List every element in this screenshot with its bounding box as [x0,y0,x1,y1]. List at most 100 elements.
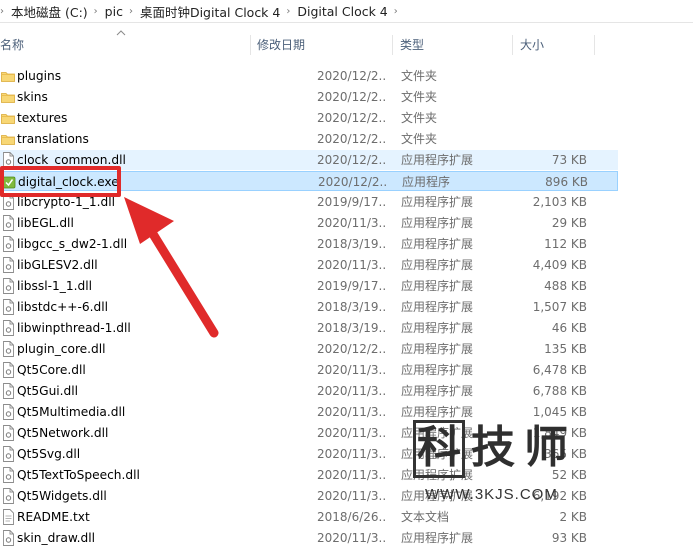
file-date: 2020/12/2... [317,90,387,104]
dll-file-icon [1,362,15,378]
file-row[interactable]: Qt5Gui.dll 2020/11/3... 应用程序扩展 6,788 KB [0,381,618,401]
file-row[interactable]: textures 2020/12/2... 文件夹 [0,108,618,128]
file-type: 应用程序扩展 [401,237,474,251]
file-date: 2020/11/3... [317,363,387,377]
file-name: plugins [17,69,62,83]
file-size [520,108,587,128]
file-date: 2019/9/17... [317,195,387,209]
file-name: skin_draw.dll [17,531,96,545]
file-type: 应用程序扩展 [401,300,474,314]
column-divider[interactable] [512,35,513,55]
column-header-row: 名称 修改日期 类型 大小 [0,32,693,58]
file-size: 135 KB [544,342,587,356]
file-date: 2019/9/17... [317,279,387,293]
file-type: 文件夹 [401,111,438,125]
file-date: 2020/11/3... [317,216,387,230]
file-size: 4,409 KB [532,258,587,272]
column-header-date[interactable]: 修改日期 [251,32,391,58]
file-type: 文件夹 [401,132,438,146]
file-name: libEGL.dll [17,216,74,230]
dll-file-icon [1,257,15,273]
file-type: 应用程序扩展 [401,363,474,377]
file-name: libGLESV2.dll [17,258,98,272]
file-type: 文件夹 [401,69,438,83]
file-size: 112 KB [544,237,587,251]
chevron-right-icon[interactable]: › [394,6,398,17]
file-row[interactable]: libstdc++-6.dll 2018/3/19... 应用程序扩展 1,507 K… [0,297,618,317]
file-row[interactable]: skin_draw.dll 2020/11/3... 应用程序扩展 93 KB [0,528,618,548]
file-row[interactable]: libEGL.dll 2020/11/3... 应用程序扩展 29 KB [0,213,618,233]
file-row[interactable]: libGLESV2.dll 2020/11/3... 应用程序扩展 4,409 KB [0,255,618,275]
file-name: translations [17,132,89,146]
column-divider[interactable] [594,35,595,55]
file-date: 2020/11/3... [317,384,387,398]
chevron-right-icon[interactable]: › [286,6,290,17]
file-type: 应用程序扩展 [401,321,474,335]
file-row[interactable]: skins 2020/12/2... 文件夹 [0,87,618,107]
dll-file-icon [1,446,15,462]
file-size: 73 KB [551,153,587,167]
file-type: 应用程序扩展 [401,195,474,209]
breadcrumb: › 本地磁盘 (C:) › pic › 桌面时钟Digital Clock 4 … [0,0,693,23]
file-row[interactable]: libwinpthread-1.dll 2018/3/19... 应用程序扩展 46 … [0,318,618,338]
file-name: libgcc_s_dw2-1.dll [17,237,128,251]
file-date: 2020/12/2... [317,153,387,167]
file-row[interactable]: libgcc_s_dw2-1.dll 2018/3/19... 应用程序扩展 112 … [0,234,618,254]
column-header-size[interactable]: 大小 [514,32,594,58]
folder-icon [1,89,15,105]
file-name: textures [17,111,68,125]
file-row[interactable]: libssl-1_1.dll 2019/9/17... 应用程序扩展 488 KB [0,276,618,296]
breadcrumb-item-drive[interactable]: 本地磁盘 (C:) [11,2,88,21]
column-header-type[interactable]: 类型 [394,32,512,58]
chevron-right-icon[interactable]: › [0,6,4,17]
file-name: Qt5Svg.dll [17,447,81,461]
dll-file-icon [1,236,15,252]
file-type: 应用程序扩展 [401,279,474,293]
file-name: Qt5Multimedia.dll [17,405,126,419]
file-row[interactable]: plugin_core.dll 2020/12/2... 应用程序扩展 135 KB [0,339,618,359]
file-type: 文件夹 [401,90,438,104]
file-size [520,66,587,86]
breadcrumb-item-desktop-clock[interactable]: 桌面时钟Digital Clock 4 [140,2,280,21]
file-name: plugin_core.dll [17,342,106,356]
file-name: skins [17,90,48,104]
file-date: 2018/3/19... [317,300,387,314]
file-name: Qt5TextToSpeech.dll [17,468,140,482]
file-size [520,87,587,107]
file-type: 应用程序扩展 [401,342,474,356]
chevron-right-icon[interactable]: › [94,6,98,17]
file-size: 1,507 KB [532,300,587,314]
file-date: 2020/11/3... [317,489,387,503]
file-date: 2020/11/3... [317,468,387,482]
file-row[interactable]: translations 2020/12/2... 文件夹 [0,129,618,149]
breadcrumb-item-digital-clock[interactable]: Digital Clock 4 [297,4,387,19]
file-size: 1,045 KB [532,405,587,419]
breadcrumb-item-pic[interactable]: pic [105,4,123,19]
file-type: 应用程序 [402,175,451,189]
highlight-box [0,166,121,197]
file-name: libstdc++-6.dll [17,300,109,314]
dll-file-icon [1,215,15,231]
file-name: libwinpthread-1.dll [17,321,131,335]
dll-file-icon [1,488,15,504]
folder-icon [1,131,15,147]
file-size: 6,788 KB [532,384,587,398]
file-row[interactable]: plugins 2020/12/2... 文件夹 [0,66,618,86]
column-header-name[interactable]: 名称 [0,32,250,58]
dll-file-icon [1,341,15,357]
watermark-url: WWW.3KJS.COM [425,486,558,503]
file-date: 2018/3/19... [317,321,387,335]
file-row[interactable]: Qt5Core.dll 2020/11/3... 应用程序扩展 6,478 KB [0,360,618,380]
file-date: 2018/6/26... [317,510,387,524]
chevron-right-icon[interactable]: › [129,6,133,17]
file-type: 应用程序扩展 [401,258,474,272]
file-date: 2020/11/3... [317,531,387,545]
file-date: 2020/11/3... [317,405,387,419]
column-divider[interactable] [392,35,393,55]
dll-file-icon [1,299,15,315]
file-size: 2,103 KB [532,195,587,209]
watermark-char: 师 [524,422,568,473]
file-row[interactable]: Qt5Multimedia.dll 2020/11/3... 应用程序扩展 1,045… [0,402,618,422]
file-name: Qt5Core.dll [17,363,86,377]
watermark-char: 科 [417,422,461,473]
